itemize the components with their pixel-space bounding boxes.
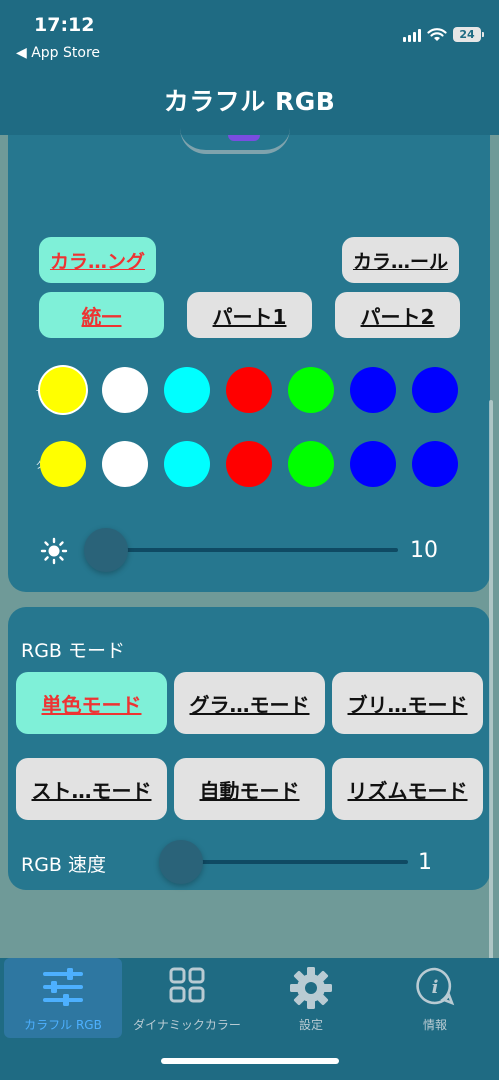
mode-solid-button[interactable]: 単色モード	[16, 672, 167, 734]
brightness-slider-track[interactable]	[100, 548, 398, 552]
color-swatch[interactable]	[40, 367, 86, 413]
info-icon: i	[416, 967, 455, 1006]
svg-text:i: i	[432, 977, 439, 998]
color-swatch[interactable]	[102, 441, 148, 487]
tab-colorful-rgb[interactable]: カラフル RGB	[4, 958, 122, 1038]
color-swatch[interactable]	[226, 441, 272, 487]
tab-label: 設定	[298, 1018, 323, 1032]
sun-icon	[40, 537, 68, 565]
grid-icon	[169, 967, 205, 1003]
color-swatch[interactable]	[164, 367, 210, 413]
tab-dynamic-color[interactable]: ダイナミックカラー	[128, 958, 246, 1038]
rgb-speed-label: RGB 速度	[21, 854, 106, 876]
color-swatch[interactable]	[350, 441, 396, 487]
color-swatch[interactable]	[350, 367, 396, 413]
status-time: 17:12	[34, 14, 95, 36]
color-swatch[interactable]	[412, 367, 458, 413]
sliders-icon	[43, 968, 83, 1006]
device-preview-edge	[180, 128, 290, 154]
signal-icon	[403, 28, 421, 42]
color-swatch-row-2	[40, 441, 465, 491]
tab-info[interactable]: i 情報	[376, 958, 494, 1038]
mode-strobe-button[interactable]: スト…モード	[16, 758, 167, 820]
speed-slider-thumb[interactable]	[159, 840, 203, 884]
color-settings-card	[8, 120, 490, 592]
home-indicator[interactable]	[161, 1058, 339, 1064]
color-mode-right-button[interactable]: カラ…ール	[342, 237, 459, 283]
segment-part2-button[interactable]: パート2	[335, 292, 460, 338]
brightness-value: 10	[410, 538, 438, 563]
back-to-app-store[interactable]: ◀ App Store	[16, 45, 100, 61]
page-title: カラフル RGB	[163, 87, 336, 116]
color-swatch[interactable]	[40, 441, 86, 487]
app-header: 17:12 ◀ App Store 24 カラフル RGB	[0, 0, 499, 135]
scrollbar[interactable]	[489, 400, 493, 960]
color-swatch[interactable]	[226, 367, 272, 413]
brightness-slider-thumb[interactable]	[84, 528, 128, 572]
color-swatch[interactable]	[102, 367, 148, 413]
color-swatch[interactable]	[412, 441, 458, 487]
mode-rhythm-button[interactable]: リズムモード	[332, 758, 483, 820]
mode-gradient-button[interactable]: グラ…モード	[174, 672, 325, 734]
speed-value: 1	[418, 850, 432, 875]
tab-label: ダイナミックカラー	[133, 1018, 241, 1032]
tab-label: 情報	[422, 1018, 447, 1032]
speed-slider-track[interactable]	[175, 860, 408, 864]
tab-label: カラフル RGB	[24, 1018, 102, 1032]
segment-unified-button[interactable]: 統一	[39, 292, 164, 338]
color-swatch-row-1	[40, 367, 465, 417]
segment-part1-button[interactable]: パート1	[187, 292, 312, 338]
mode-breathing-button[interactable]: ブリ…モード	[332, 672, 483, 734]
color-swatch[interactable]	[164, 441, 210, 487]
rgb-mode-label: RGB モード	[21, 640, 125, 662]
color-swatch[interactable]	[288, 367, 334, 413]
color-mode-left-button[interactable]: カラ…ング	[39, 237, 156, 283]
tab-settings[interactable]: 設定	[252, 958, 370, 1038]
gear-icon	[290, 967, 332, 1009]
device-preview-glow	[228, 135, 260, 141]
mode-auto-button[interactable]: 自動モード	[174, 758, 325, 820]
wifi-icon	[427, 28, 447, 41]
status-icons: 24	[403, 27, 484, 42]
battery-icon: 24	[453, 27, 484, 42]
color-swatch[interactable]	[288, 441, 334, 487]
